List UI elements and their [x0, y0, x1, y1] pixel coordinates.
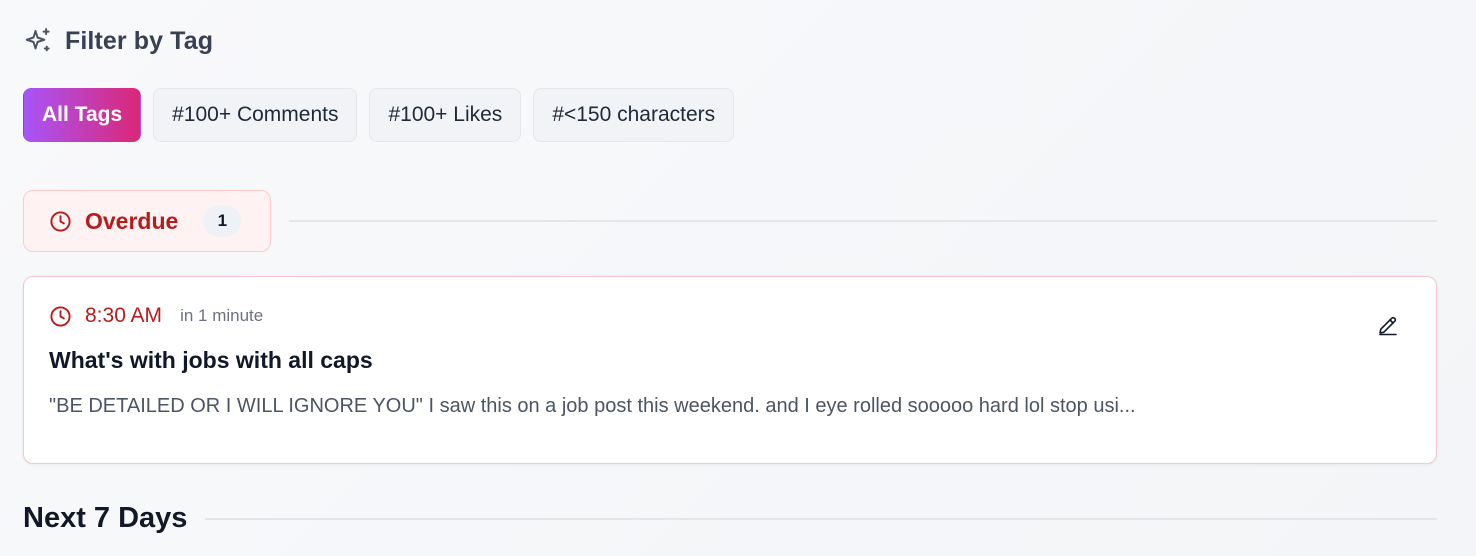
- next-7-days-title: Next 7 Days: [23, 502, 188, 534]
- tag-all-tags[interactable]: All Tags: [23, 88, 142, 142]
- pencil-icon: [1376, 313, 1400, 337]
- tag-100-comments[interactable]: #100+ Comments: [153, 88, 358, 142]
- clock-icon: [49, 305, 72, 328]
- post-relative-time: in 1 minute: [180, 306, 264, 325]
- post-body-preview: "BE DETAILED OR I WILL IGNORE YOU" I saw…: [49, 395, 1136, 417]
- edit-post-button[interactable]: [1376, 313, 1400, 337]
- tag-list: All Tags #100+ Comments #100+ Likes #<15…: [23, 88, 735, 142]
- filter-title: Filter by Tag: [65, 26, 214, 55]
- clock-icon: [49, 210, 72, 233]
- overdue-label: Overdue: [85, 207, 179, 234]
- sparkles-icon: [23, 26, 53, 56]
- post-card[interactable]: 8:30 AM in 1 minute What's with jobs wit…: [23, 276, 1437, 464]
- section-divider: [289, 220, 1437, 222]
- overdue-section-header: Overdue 1: [23, 190, 1437, 252]
- overdue-count-badge: 1: [203, 205, 242, 237]
- next-7-days-section-header: Next 7 Days: [23, 502, 1437, 535]
- overdue-badge[interactable]: Overdue 1: [23, 190, 271, 252]
- post-time: 8:30 AM: [85, 304, 163, 327]
- filter-header: Filter by Tag: [23, 26, 213, 56]
- section-divider: [205, 517, 1437, 520]
- post-schedule: 8:30 AM in 1 minute: [49, 304, 263, 328]
- post-title: What's with jobs with all caps: [49, 347, 373, 373]
- tag-under-150-characters[interactable]: #<150 characters: [533, 88, 735, 142]
- tag-100-likes[interactable]: #100+ Likes: [369, 88, 522, 142]
